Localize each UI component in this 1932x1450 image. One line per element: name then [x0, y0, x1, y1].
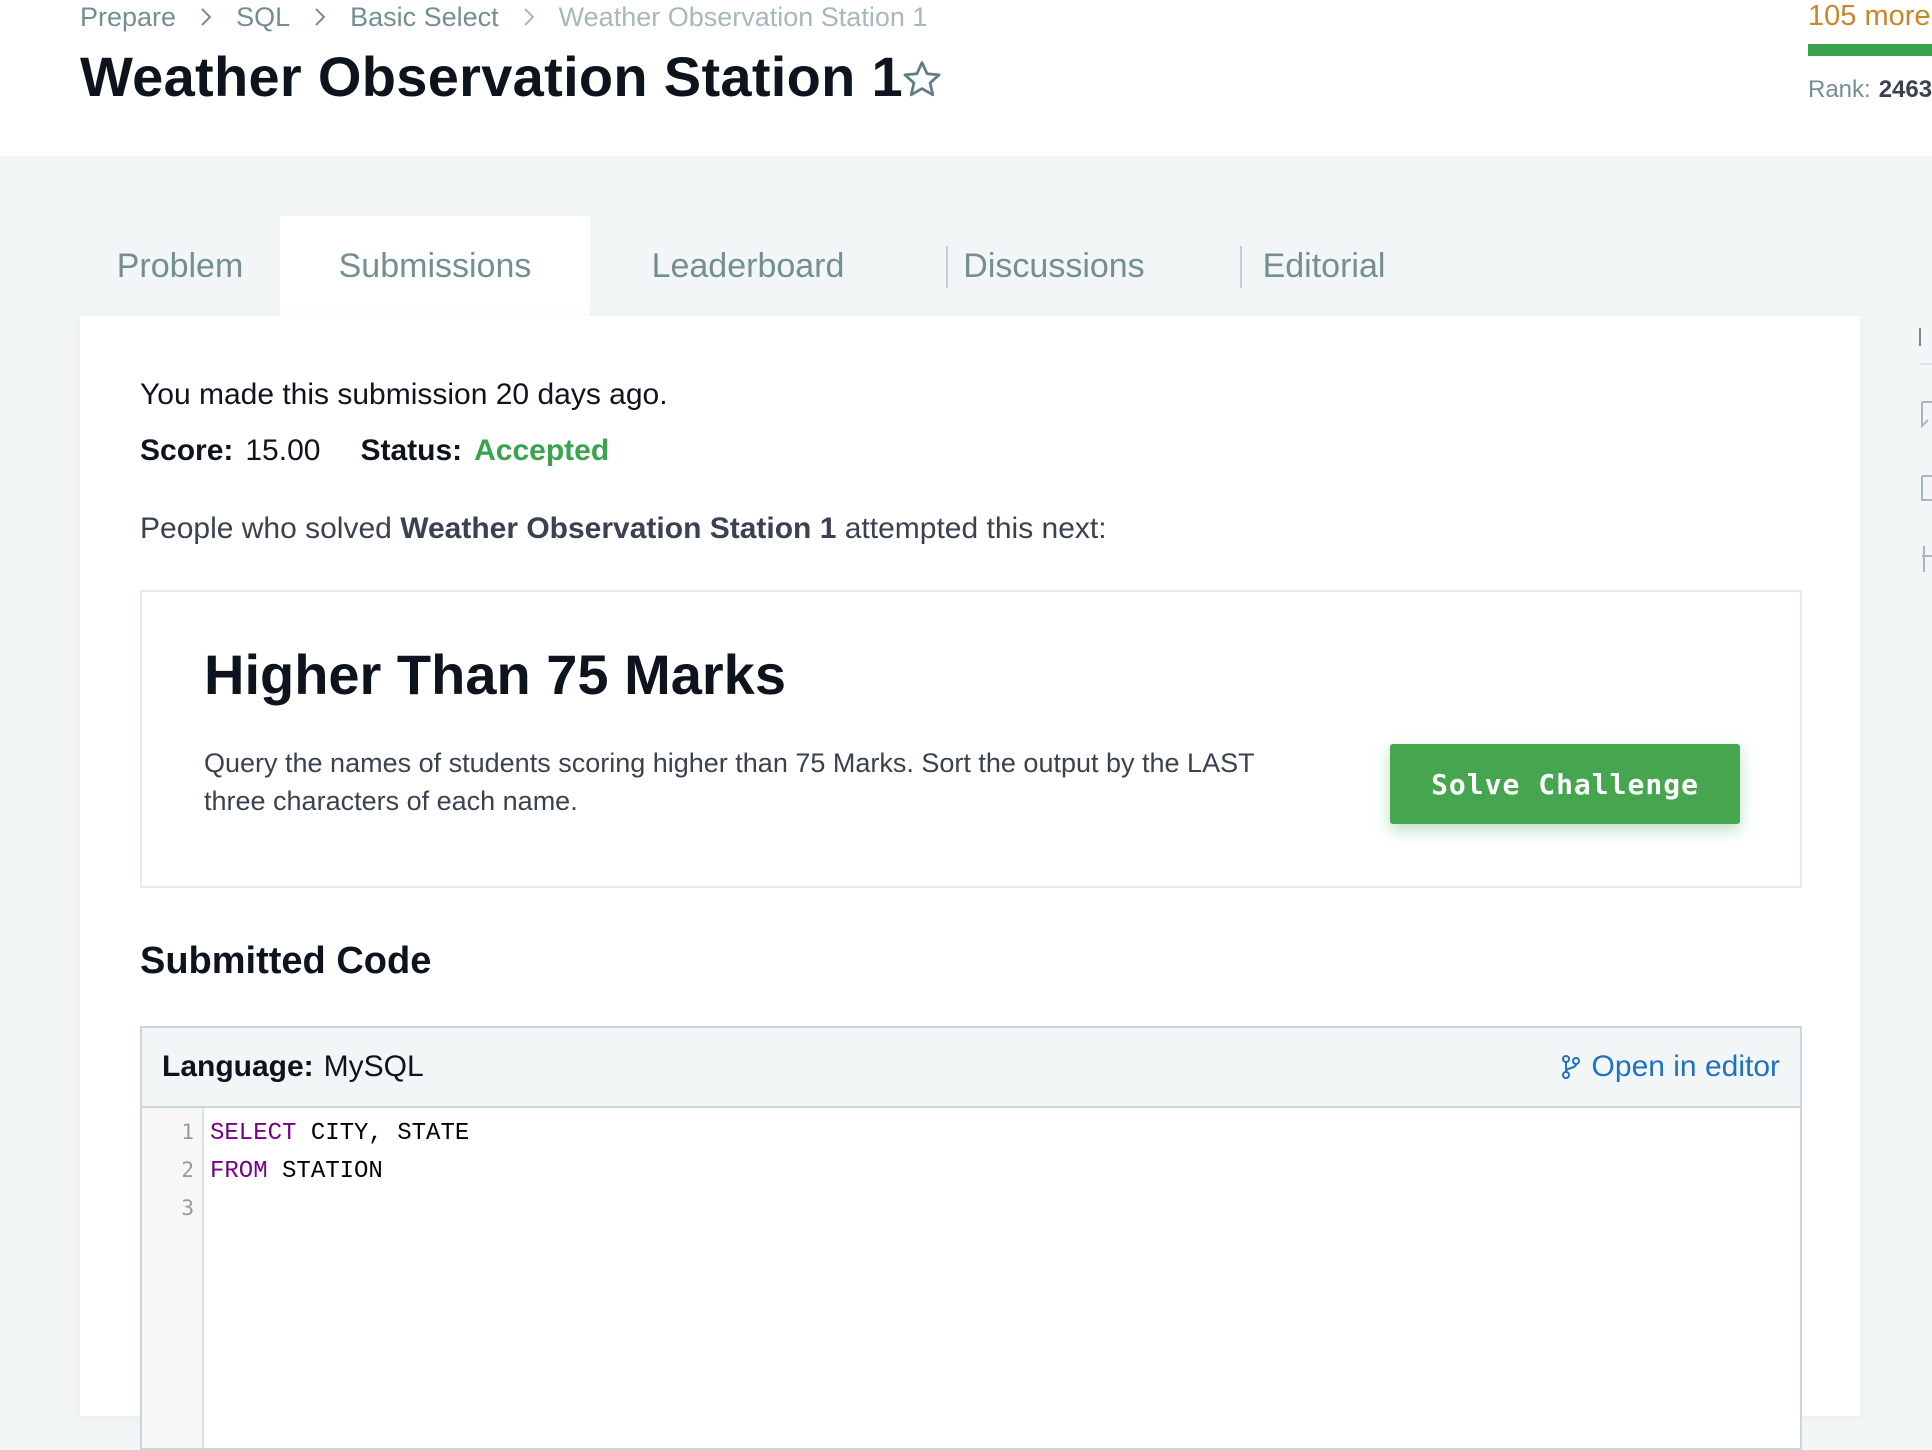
submitted-code-heading: Submitted Code — [140, 940, 432, 982]
tab-discussions[interactable]: Discussions — [906, 216, 1202, 316]
code-line[interactable]: SELECT CITY, STATE — [210, 1120, 469, 1147]
breadcrumb-item-basic-select[interactable]: Basic Select — [350, 2, 499, 33]
sql-keyword: SELECT — [210, 1120, 297, 1147]
rank-value: 2463 — [1878, 76, 1932, 103]
chevron-right-icon — [308, 2, 332, 32]
score-value: 15.00 — [245, 434, 321, 467]
submission-time-text: You made this submission 20 days ago. — [140, 378, 668, 411]
chevron-right-icon — [517, 2, 541, 32]
status-value: Accepted — [474, 434, 610, 467]
breadcrumb: Prepare SQL Basic Select Weather Observa… — [80, 0, 927, 34]
progress-bar — [1808, 44, 1932, 56]
language-value: MySQL — [323, 1050, 424, 1083]
score-status-line: Score: 15.00 Status: Accepted — [140, 434, 609, 468]
branch-icon — [1561, 1055, 1580, 1079]
line-number-gutter: 1 2 3 — [142, 1108, 204, 1448]
challenge-tabs: Problem Submissions Leaderboard Discussi… — [80, 216, 1446, 316]
people-challenge-name: Weather Observation Station 1 — [400, 512, 837, 545]
code-text: CITY, STATE — [296, 1120, 470, 1147]
recommended-challenge-card: Higher Than 75 Marks Query the names of … — [140, 590, 1802, 888]
tab-submissions[interactable]: Submissions — [280, 216, 590, 316]
code-text: STATION — [267, 1158, 383, 1185]
tab-problem[interactable]: Problem — [80, 216, 280, 316]
next-challenge-intro: People who solved Weather Observation St… — [140, 512, 1107, 546]
breadcrumb-item-current: Weather Observation Station 1 — [558, 1, 928, 32]
rank-display: Rank: 2463 — [1808, 76, 1932, 104]
breadcrumb-item-sql[interactable]: SQL — [236, 2, 290, 33]
star-icon[interactable] — [900, 58, 944, 102]
solve-challenge-button[interactable]: Solve Challenge — [1390, 744, 1740, 824]
open-in-editor-link[interactable]: Open in editor — [1560, 1050, 1780, 1084]
language-display: Language: MySQL — [162, 1050, 424, 1084]
page-title: Weather Observation Station 1 — [80, 45, 903, 108]
code-header: Language: MySQL Open in editor — [142, 1028, 1800, 1108]
line-number: 3 — [181, 1196, 194, 1220]
top-header: Prepare SQL Basic Select Weather Observa… — [0, 0, 1932, 156]
code-line[interactable]: FROM STATION — [210, 1158, 383, 1185]
recommended-challenge-description: Query the names of students scoring high… — [204, 748, 1255, 816]
breadcrumb-item-prepare[interactable]: Prepare — [80, 2, 176, 33]
line-number: 2 — [181, 1158, 194, 1182]
chevron-right-icon — [194, 2, 218, 32]
score-label: Score: — [140, 434, 234, 467]
tab-leaderboard[interactable]: Leaderboard — [590, 216, 906, 316]
rank-progress: 105 more Rank: 2463 — [1808, 0, 1932, 110]
sql-keyword: FROM — [210, 1158, 268, 1185]
open-in-editor-label: Open in editor — [1591, 1050, 1780, 1083]
rank-label: Rank: — [1808, 76, 1871, 103]
tab-divider — [946, 246, 948, 288]
code-viewer: Language: MySQL Open in editor 1 2 3 SELE… — [140, 1026, 1802, 1450]
line-number: 1 — [181, 1120, 194, 1144]
tab-divider — [1240, 246, 1242, 288]
status-label: Status: — [360, 434, 463, 467]
tab-editorial[interactable]: Editorial — [1202, 216, 1446, 316]
recommended-challenge-title[interactable]: Higher Than 75 Marks — [204, 642, 786, 707]
people-suffix: attempted this next: — [844, 512, 1107, 545]
submission-card: You made this submission 20 days ago. Sc… — [80, 316, 1860, 1450]
people-prefix: People who solved — [140, 512, 392, 545]
right-side-rail — [1918, 316, 1932, 616]
language-label: Language: — [162, 1050, 314, 1083]
points-to-next-star: 105 more — [1808, 0, 1931, 32]
